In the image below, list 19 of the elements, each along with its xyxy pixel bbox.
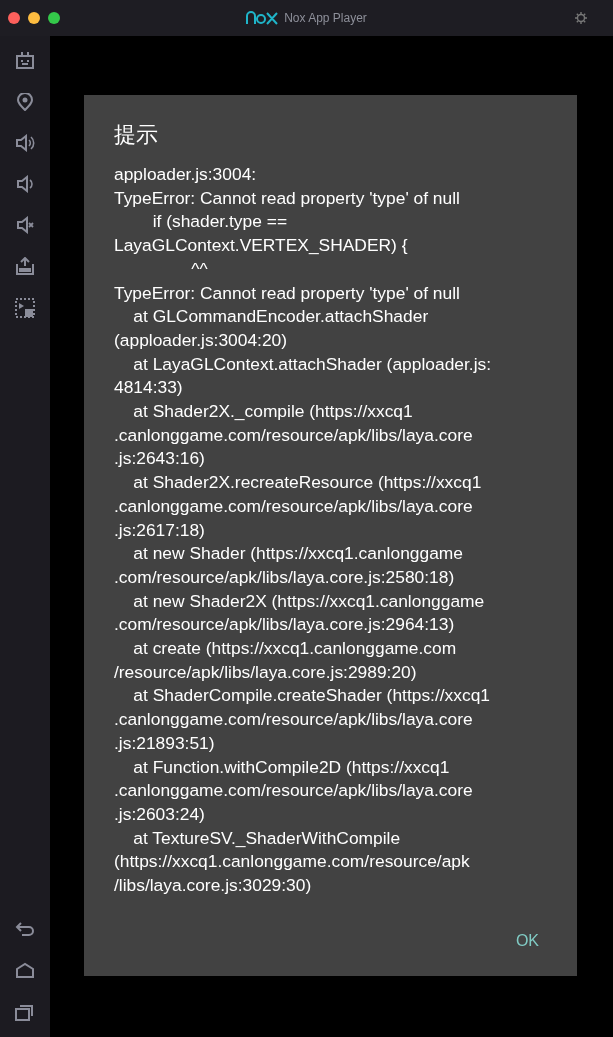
window-title: Nox App Player [284,11,367,25]
back-icon[interactable] [15,921,35,937]
minimize-button[interactable] [28,12,40,24]
maximize-button[interactable] [48,12,60,24]
dialog-title: 提示 [114,121,159,149]
error-message: apploader.js:3004: TypeError: Cannot read property 'type' of null if (shader.type == LayaGLContext.VERTEX_SHADER) { ^^ TypeError: Cannot read property 'type' of null at GLCommandEncoder.attachShader (apploader.js:3004:20) at LayaGLContext.attachShader (apploader.js: 4814:33) at Shader2X._compile (https://xxcq1 .canlonggame.com/resource/apk/libs/laya.core .js:2643:16) at Shader2X.recreateResource (https://xxcq1 .canlonggame.com/resource/apk/libs/laya.core .js:2617:18) at new Shader (https://xxcq1.canlonggame .com/resource/apk/libs/laya.core.js:2580:18) at new Shader2X (https://xxcq1.canlonggame .com/resource/apk/libs/laya.core.js:2964:13) at create (https://xxcq1.canlonggame.com /resource/apk/libs/laya.core.js:2989:20) at ShaderCompile.createShader (https://xxcq1 .canlonggame.com/resource/apk/libs/laya.core .js:21893:51) at Function.withCompile2D (https://xxcq1 .canlonggame.com/resource/apk/libs/laya.core .js:2603:24) at TextureSV._ShaderWithCompile (https://xxcq1.canlonggame.com/resource/apk /libs/laya.core.js:3029:30) [114,163,493,898]
location-icon[interactable] [17,93,33,111]
recent-apps-icon[interactable] [15,1003,35,1021]
logo-icon [246,11,279,25]
robot-icon[interactable] [15,52,35,70]
mute-icon[interactable] [16,216,34,234]
close-button[interactable] [8,12,20,24]
volume-down-icon[interactable] [16,175,34,193]
settings-icon[interactable] [575,12,587,24]
volume-up-icon[interactable] [15,134,35,152]
screen-record-icon[interactable] [15,298,35,318]
ok-button[interactable]: OK [507,924,547,958]
apk-install-icon[interactable] [15,257,35,275]
home-icon[interactable] [15,962,35,978]
